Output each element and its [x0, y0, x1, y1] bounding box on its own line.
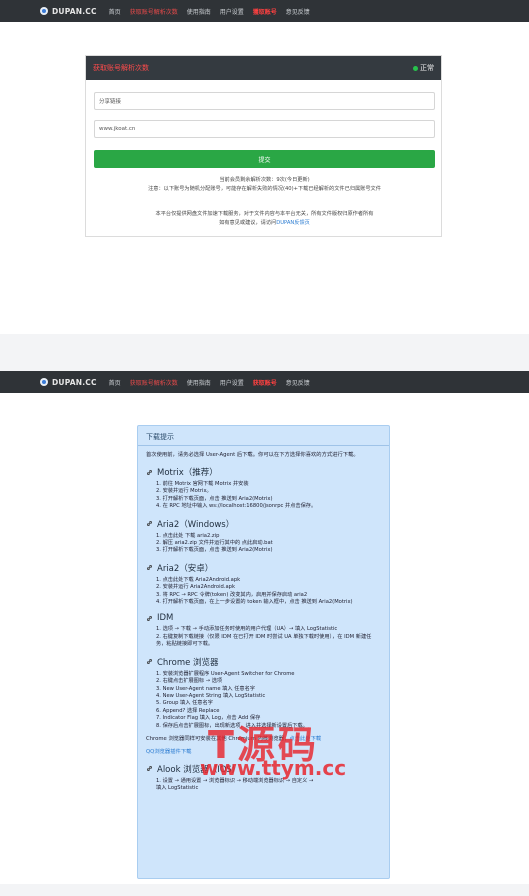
logo-text: DUPAN.CC [52, 6, 97, 16]
nav-get-account[interactable]: 獲取账号 [253, 7, 277, 16]
nav-get-parse-count[interactable]: 获取账号解析次数 [130, 378, 178, 387]
feedback-link[interactable]: DUPAN反馈页 [276, 220, 310, 226]
link-icon [146, 469, 153, 475]
status-dot-icon [413, 65, 418, 71]
section-title: Chrome 浏览器 [146, 656, 381, 668]
notice-line-1: 本平台仅提供网盘文件加速下载服务，对于文件内容与本平台无关，所有文件版权归原作者… [155, 211, 374, 217]
share-link-input[interactable]: 分享链接 [94, 92, 435, 110]
stats-line-2: 注意：以下账号为随机分配账号，可能存在解析失败的情况(40)+下载已经解析的文件… [148, 186, 381, 192]
nav-home[interactable]: 首页 [109, 378, 121, 387]
panel-header: 下载提示 [146, 433, 174, 441]
card-title: 获取账号解析次数 [93, 64, 149, 72]
section-aria2-windows: Aria2（Windows） 1. 点击此处 下载 aria2.zip 2. 解… [146, 518, 381, 555]
list-item: 2. 安装并运行 Motrix。 [156, 488, 212, 495]
password-input[interactable]: www.jkoat.cn [94, 120, 435, 138]
steps-list: 1. 点击此处下载 Aria2Android.apk 2. 安装并运行 Aria… [146, 577, 381, 607]
link-icon [146, 521, 153, 527]
parse-card: 获取账号解析次数 正常 分享链接 www.jkoat.cn 提交 当前会员剩余解… [85, 55, 442, 237]
nav-feedback[interactable]: 意见反馈 [286, 7, 310, 16]
section-title-text: Motrix（推荐） [157, 468, 218, 478]
watermark-url: www.ttym.cc [200, 756, 347, 780]
link-icon [146, 659, 153, 665]
list-item: 2. 右键复制下载链接（仅限 IDM 在已打开 IDM 时尝试 UA 单独下载时… [156, 633, 372, 648]
list-item: 1. 安装浏览器扩展程序 User-Agent Switcher for Chr… [156, 670, 295, 677]
list-item: 1. 点击此处 下载 aria2.zip [156, 532, 220, 539]
steps-list: 1. 点击此处 下载 aria2.zip 2. 解压 aria2.zip 文件并… [146, 533, 381, 555]
section-title: Aria2（安卓） [146, 562, 381, 574]
submit-button[interactable]: 提交 [94, 150, 435, 168]
logo-text: DUPAN.CC [52, 377, 97, 387]
list-item: 3. 打开解析下载页面，点击 推送到 Aria2(Motrix) [156, 547, 273, 554]
logo-icon [40, 378, 48, 386]
link-icon [146, 565, 153, 571]
section-title-text: Aria2（安卓） [157, 563, 214, 574]
panel-intro: 首次使用前，请务必选择 User-Agent 后下载。你可以在下方选择你喜欢的方… [146, 452, 359, 458]
notice-line-2: 如有意见或建议，请访问DUPAN反馈页 [86, 219, 443, 226]
nav-user-settings[interactable]: 用户设置 [220, 378, 244, 387]
stats-line-1: 当前会员剩余解析次数：9次(今日更新) [219, 177, 310, 183]
list-item: 4. 打开解析下载页面，在上一步设置的 token 输入框中，点击 推送到 Ar… [156, 599, 353, 606]
link-icon [146, 766, 153, 772]
list-item: 3. 将 RPC → RPC 令牌(token) 改变其内，启用并保存启动 ar… [156, 591, 308, 598]
list-item: 3. New User-Agent name 填入 任意名字 [156, 685, 255, 692]
list-item: 5. Group 填入 任意名字 [156, 700, 213, 707]
list-item: 4. 在 RPC 地址中输入 ws://localhost:16800/json… [156, 503, 317, 510]
section-title: Motrix（推荐） [146, 466, 381, 478]
nav-home[interactable]: 首页 [109, 7, 121, 16]
section-motrix: Motrix（推荐） 1. 前往 Motrix 官网下载 Motrix 并安装 … [146, 466, 381, 511]
download-tips-panel: 下载提示 首次使用前，请务必选择 User-Agent 后下载。你可以在下方选择… [137, 425, 390, 879]
nav-guide[interactable]: 使用指南 [187, 378, 211, 387]
divider [138, 445, 389, 446]
section-idm: IDM 1. 选项 → 下载 → 手动添加任务时使用的用户代理（UA）→ 填入 … [146, 613, 381, 648]
steps-list: 1. 选项 → 下载 → 手动添加任务时使用的用户代理（UA）→ 填入 LogS… [146, 626, 381, 648]
notice-prefix: 如有意见或建议，请访问 [219, 220, 277, 226]
top-navbar: DUPAN.CC 首页 获取账号解析次数 使用指南 用户设置 獲取账号 意见反馈 [0, 0, 529, 22]
list-item: 1. 选项 → 下载 → 手动添加任务时使用的用户代理（UA）→ 填入 LogS… [156, 626, 338, 633]
logo-icon [40, 7, 48, 15]
site-logo[interactable]: DUPAN.CC [40, 7, 97, 16]
link-icon [146, 615, 153, 621]
nav-get-parse-count[interactable]: 获取账号解析次数 [130, 7, 178, 16]
steps-list: 1. 前往 Motrix 官网下载 Motrix 并安装 2. 安装并运行 Mo… [146, 481, 381, 511]
section-title-text: Aria2（Windows） [157, 519, 235, 530]
section-title-text: IDM [157, 613, 174, 624]
list-item: 填入 LogStatistic [156, 785, 199, 792]
steps-list: 1. 设置 → 通用设置 → 浏览器标识 → 移动端浏览器标识 → 自定义 → … [146, 778, 381, 793]
section-title: IDM [146, 613, 381, 623]
list-item: 2. 安装并运行 Aria2Android.apk [156, 584, 235, 591]
nav-guide[interactable]: 使用指南 [187, 7, 211, 16]
section-title: Aria2（Windows） [146, 518, 381, 530]
nav-feedback[interactable]: 意见反馈 [286, 378, 310, 387]
section-aria2-android: Aria2（安卓） 1. 点击此处下载 Aria2Android.apk 2. … [146, 562, 381, 607]
bottom-navbar: DUPAN.CC 首页 获取账号解析次数 使用指南 用户设置 获取账号 意见反馈 [0, 371, 529, 393]
site-logo-2[interactable]: DUPAN.CC [40, 378, 97, 387]
section-title-text: Chrome 浏览器 [157, 657, 219, 668]
status-text: 正常 [420, 64, 434, 72]
nav-user-settings[interactable]: 用户设置 [220, 7, 244, 16]
status-badge: 正常 [413, 63, 434, 73]
card-header: 获取账号解析次数 正常 [86, 56, 441, 80]
list-item: 2. 右键点击扩展图标 → 选项 [156, 678, 223, 685]
nav-get-account[interactable]: 获取账号 [253, 378, 277, 387]
